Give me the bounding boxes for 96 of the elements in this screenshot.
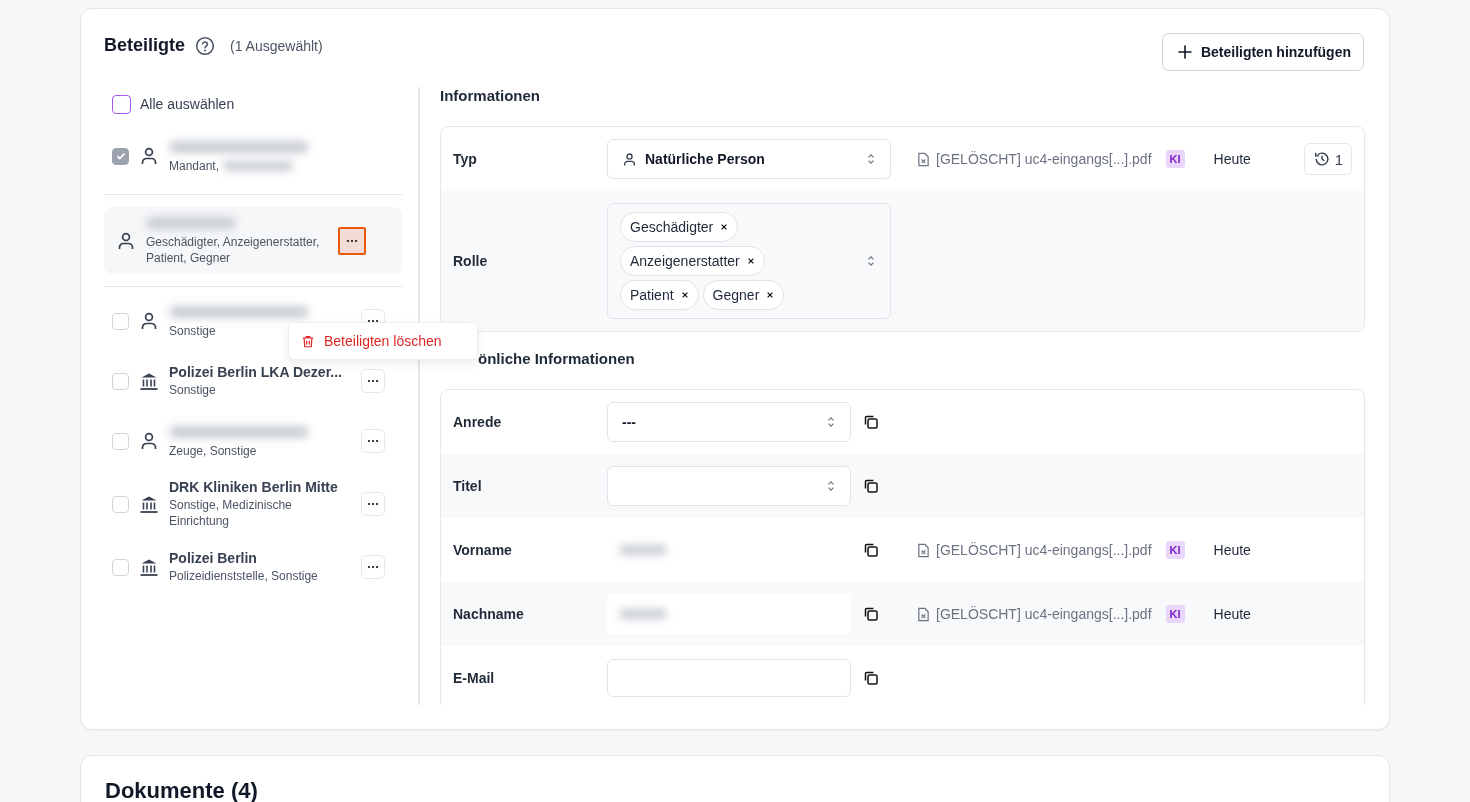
card-title: Beteiligte [104,35,186,56]
role-select[interactable]: Geschädigter Anzeigenerstatter Patient Gegner [607,203,891,319]
ai-badge: KI [1165,605,1185,623]
dots-icon [367,319,379,323]
history-button[interactable]: 1 [1303,143,1352,175]
plus-icon [1176,44,1193,60]
person-icon [622,151,637,167]
participant-roles: Sonstige [169,322,216,339]
copy-icon[interactable] [863,478,879,494]
select-all-checkbox[interactable] [112,94,131,114]
participant-roles: Sonstige [169,382,216,398]
role-tag: Gegner [702,280,785,310]
blurred-value [619,609,667,619]
history-icon [1312,150,1331,168]
participant-name: Polizei Berlin LKA Dezer... [169,364,343,380]
field-label: Titel [453,478,483,494]
delete-menu-item[interactable]: Beteiligten löschen [293,327,473,355]
role-tag: Geschädigter [620,212,739,242]
date-text: Heute [1213,606,1251,622]
remove-icon[interactable] [680,291,689,299]
file-icon [917,606,930,622]
institution-icon [139,494,159,514]
participant-checkbox[interactable] [112,312,129,330]
dots-icon [367,565,379,569]
check-icon [114,150,127,162]
participant-name: DRK Kliniken Berlin Mitte [169,479,339,495]
participant-roles: Geschädigter, Anzeigenerstatter, Patient, Gegner [146,234,321,266]
chevron-icon [866,152,876,166]
participant-checkbox[interactable] [112,147,129,165]
institution-icon [139,557,159,577]
role-tag: Anzeigenerstatter [620,246,765,276]
participant-roles: Polizeidienststelle, Sonstige [169,568,318,584]
blurred-roles [223,160,294,171]
person-icon [139,431,159,451]
field-label: Rolle [453,253,489,269]
source-file[interactable]: [GELÖSCHT] uc4-eingangs[...].pdf [936,606,1152,622]
section-title: önliche Informationen [477,350,636,369]
chevron-icon [826,415,836,429]
field-label: Anrede [453,414,503,430]
source-file[interactable]: [GELÖSCHT] uc4-eingangs[...].pdf [936,151,1152,167]
institution-icon [139,371,159,391]
more-button[interactable] [338,226,366,255]
section-title: Informationen [440,87,541,106]
participant-checkbox[interactable] [112,558,129,576]
participant-roles: Sonstige, Medizinische Einrichtung [169,497,293,529]
dots-icon [346,238,358,243]
copy-icon[interactable] [863,670,879,686]
dots-icon [367,439,379,443]
field-label: E-Mail [453,670,496,686]
participant-item[interactable]: Geschädigter, Anzeigenerstatter, Patient, Gegner [104,207,402,274]
participant-item[interactable]: Polizei Berlin LKA Dezer... Sonstige [104,359,402,403]
card-title: Dokumente (4) [105,780,259,802]
remove-icon[interactable] [720,223,729,231]
input-field[interactable] [607,659,851,697]
field-label: Typ [453,151,478,167]
trash-icon [301,333,315,349]
participant-checkbox[interactable] [112,495,129,513]
dots-icon [367,502,379,506]
copy-icon[interactable] [863,414,879,430]
date-text: Heute [1213,151,1251,167]
select-field[interactable]: Natürliche Person [607,139,891,179]
participant-name: Polizei Berlin [169,550,258,566]
participant-roles: Zeuge, Sonstige [169,442,257,459]
selection-count: (1 Ausgewählt) [230,37,323,54]
chevron-icon [826,479,836,493]
date-text: Heute [1213,542,1251,558]
participant-item[interactable]: Mandant, [104,134,402,178]
dots-icon [367,379,379,383]
select-field[interactable]: --- [607,402,851,442]
ai-badge: KI [1165,541,1185,559]
blurred-value [619,545,667,555]
field-label: Nachname [453,606,525,622]
participant-item[interactable]: DRK Kliniken Berlin Mitte Sonstige, Medizinische Einrichtung [104,479,402,529]
person-icon [139,146,159,166]
select-all-label: Alle auswählen [140,96,235,112]
source-file[interactable]: [GELÖSCHT] uc4-eingangs[...].pdf [936,542,1152,558]
help-icon[interactable] [195,35,216,56]
chevron-icon [866,254,876,268]
file-icon [917,151,930,167]
file-icon [917,542,930,558]
remove-icon[interactable] [766,291,775,299]
remove-icon[interactable] [746,257,755,265]
participant-checkbox[interactable] [112,432,129,450]
field-label: Vorname [453,542,513,558]
participant-roles: Mandant, [169,157,220,174]
copy-icon[interactable] [863,606,879,622]
person-icon [116,230,136,251]
participant-item[interactable]: Zeuge, Sonstige [104,419,402,463]
role-tag: Patient [620,280,699,310]
select-field[interactable] [607,466,851,506]
ai-badge: KI [1165,150,1185,168]
add-participant-button[interactable]: Beteiligten hinzufügen [1161,33,1364,71]
person-icon [139,311,159,331]
participant-item[interactable]: Polizei Berlin Polizeidienststelle, Sonstige [104,545,402,589]
participant-checkbox[interactable] [112,372,129,390]
copy-icon[interactable] [863,542,879,558]
